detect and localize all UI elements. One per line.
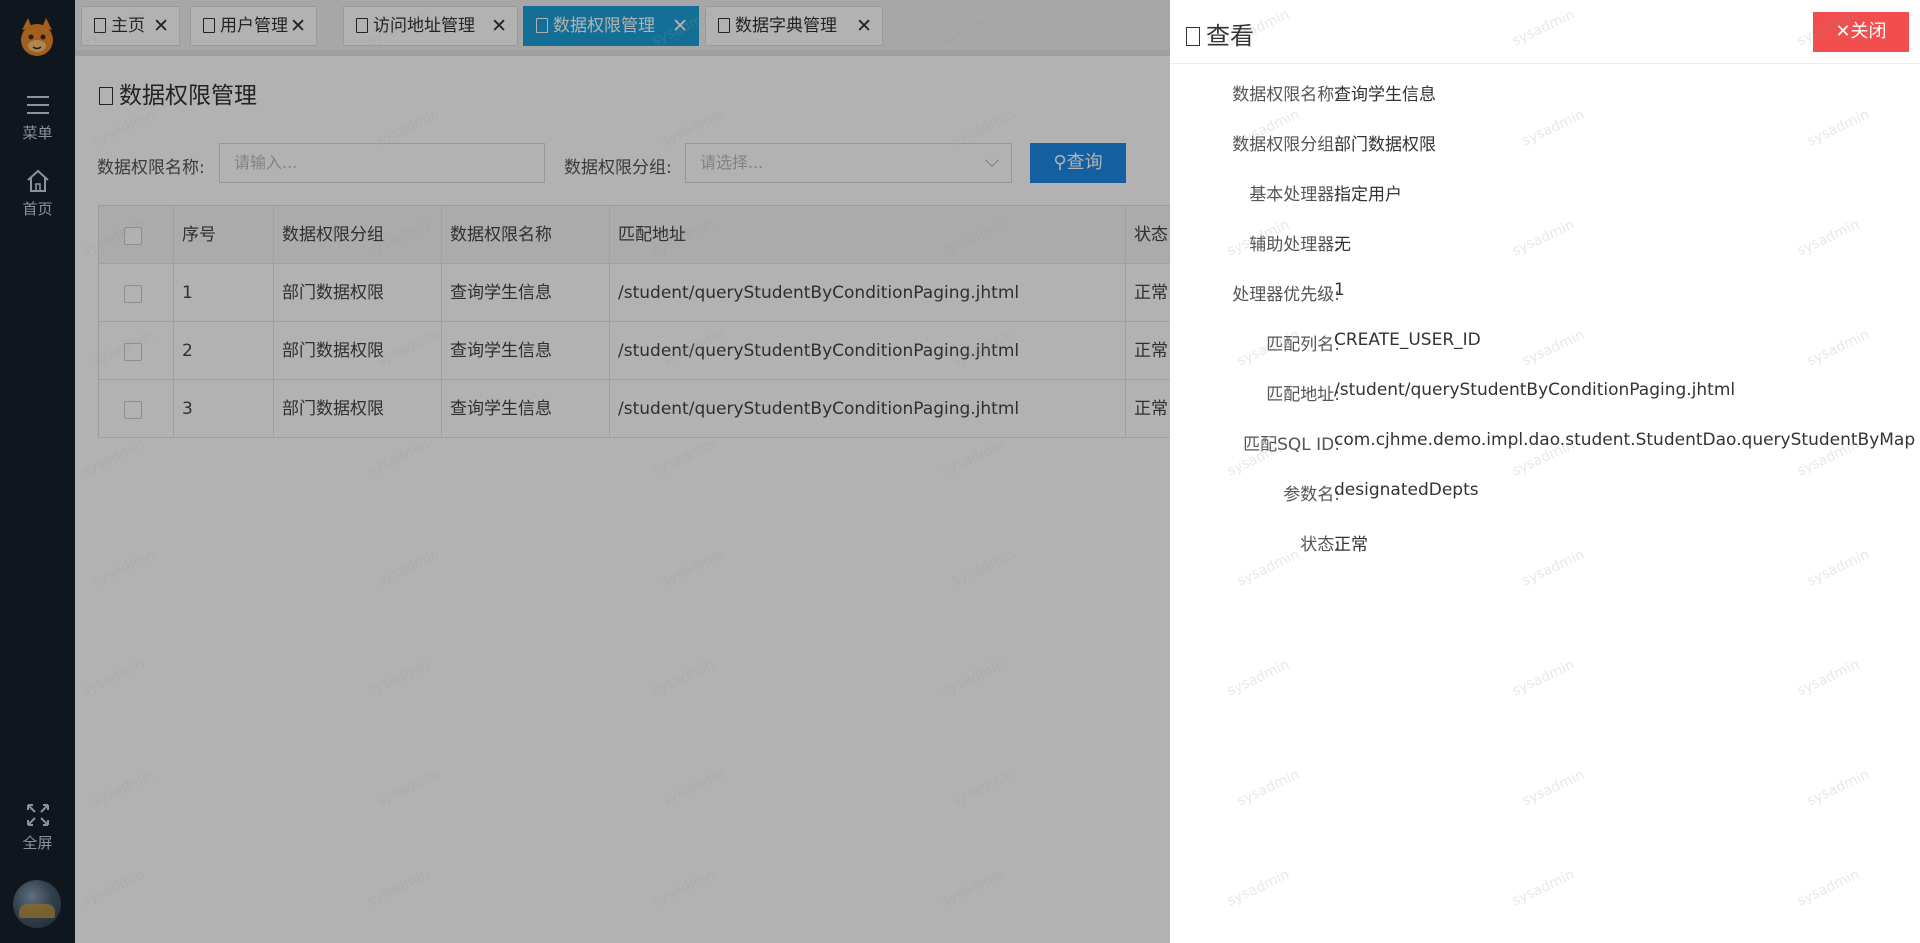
detail-value: 部门数据权限 — [1334, 135, 1436, 155]
detail-value: 指定用户 — [1334, 185, 1402, 205]
close-button-label: 关闭 — [1850, 21, 1887, 42]
detail-value: 无 — [1334, 235, 1351, 255]
detail-value: CREATE_USER_ID — [1334, 330, 1481, 350]
detail-row: 数据权限分组: 部门数据权限 — [1170, 130, 1920, 160]
detail-row: 匹配SQL ID: com.cjhme.demo.impl.dao.studen… — [1170, 430, 1920, 460]
detail-value: com.cjhme.demo.impl.dao.student.StudentD… — [1334, 430, 1916, 450]
detail-row: 处理器优先级: 1 — [1170, 280, 1920, 310]
detail-value: /student/queryStudentByConditionPaging.j… — [1334, 380, 1736, 400]
detail-drawer: 查看 ✕关闭 数据权限名称: 查询学生信息 数据权限分组: 部门数据权限 基本处… — [1170, 0, 1920, 943]
detail-label: 参数名: — [1283, 485, 1340, 505]
detail-row: 辅助处理器: 无 — [1170, 230, 1920, 260]
close-button[interactable]: ✕关闭 — [1813, 12, 1909, 52]
detail-label: 匹配地址: — [1266, 385, 1340, 405]
detail-label: 匹配列名: — [1266, 335, 1340, 355]
close-icon: ✕ — [1835, 21, 1851, 42]
drawer-title: 查看 — [1186, 16, 1254, 51]
detail-label: 处理器优先级: — [1232, 285, 1340, 305]
drawer-title-text: 查看 — [1206, 22, 1254, 50]
detail-row: 匹配地址: /student/queryStudentByConditionPa… — [1170, 380, 1920, 410]
detail-row: 数据权限名称: 查询学生信息 — [1170, 80, 1920, 110]
detail-row: 匹配列名: CREATE_USER_ID — [1170, 330, 1920, 360]
document-icon — [1186, 27, 1200, 46]
modal-overlay[interactable] — [0, 0, 1170, 943]
detail-label: 数据权限名称: — [1232, 85, 1340, 105]
detail-label: 数据权限分组: — [1232, 135, 1340, 155]
detail-value: designatedDepts — [1334, 480, 1479, 500]
detail-label: 基本处理器: — [1249, 185, 1340, 205]
detail-label: 匹配SQL ID: — [1243, 435, 1340, 455]
detail-value: 1 — [1334, 280, 1345, 300]
detail-value: 查询学生信息 — [1334, 85, 1436, 105]
detail-row: 基本处理器: 指定用户 — [1170, 180, 1920, 210]
detail-row: 状态: 正常 — [1170, 530, 1920, 560]
detail-label: 辅助处理器: — [1249, 235, 1340, 255]
detail-row: 参数名: designatedDepts — [1170, 480, 1920, 510]
detail-value: 正常 — [1334, 535, 1368, 555]
drawer-header: 查看 ✕关闭 — [1170, 0, 1920, 64]
